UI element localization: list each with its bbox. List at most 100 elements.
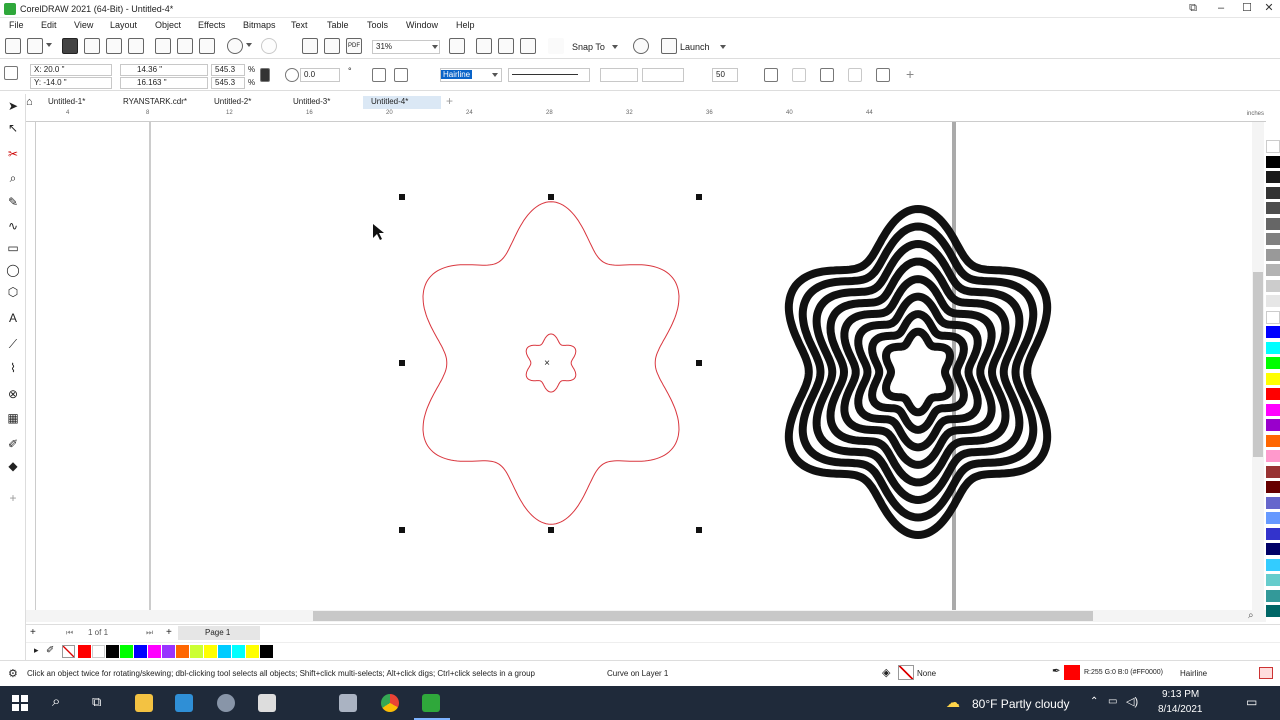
pick-tool-icon[interactable]: ➤: [5, 98, 21, 114]
transparency-tool-icon[interactable]: ▦: [5, 410, 21, 426]
vertical-scroll-thumb[interactable]: [1253, 272, 1263, 457]
export-pdf-icon[interactable]: PDF: [346, 38, 362, 54]
crop-tool-icon[interactable]: ✂: [5, 146, 21, 162]
minimize-button[interactable]: –: [1208, 0, 1234, 18]
app-s-icon[interactable]: [175, 694, 193, 712]
weather-icon[interactable]: ☁: [946, 694, 960, 711]
color-proof-icon[interactable]: [1259, 667, 1273, 679]
horizontal-scrollbar[interactable]: ⌕: [26, 610, 1266, 622]
redo-icon[interactable]: [261, 38, 277, 54]
palette-swatch[interactable]: [1266, 481, 1280, 494]
document-palette-swatch[interactable]: [260, 645, 273, 658]
y-position-field[interactable]: Y: -14.0 ": [30, 77, 112, 89]
menu-view[interactable]: View: [74, 20, 93, 30]
palette-swatch[interactable]: [1266, 217, 1280, 231]
add-icon[interactable]: +: [906, 66, 914, 82]
smoothing-field[interactable]: 50: [712, 68, 738, 82]
last-page-icon[interactable]: ⏭: [146, 628, 153, 638]
document-palette-swatch[interactable]: [176, 645, 189, 658]
palette-swatch[interactable]: [1266, 310, 1280, 324]
palette-swatch[interactable]: [1266, 155, 1280, 169]
scale-y-field[interactable]: 545.3: [211, 77, 245, 89]
x-position-field[interactable]: X: 20.0 ": [30, 64, 112, 76]
outline-color-swatch[interactable]: [1064, 665, 1080, 680]
close-curve-icon[interactable]: [764, 68, 778, 82]
selection-handle[interactable]: [399, 527, 405, 533]
connector-tool-icon[interactable]: ⌇: [5, 360, 21, 376]
align-icon[interactable]: [876, 68, 890, 82]
rectangle-tool-icon[interactable]: ▭: [5, 240, 21, 256]
fill-tool-icon[interactable]: ◆: [5, 458, 21, 474]
palette-swatch[interactable]: [1266, 403, 1280, 417]
selection-handle[interactable]: [399, 360, 405, 366]
palette-swatch[interactable]: [1266, 605, 1280, 618]
launch-button[interactable]: Launch: [680, 42, 710, 52]
weather-text[interactable]: 80°F Partly cloudy: [972, 697, 1070, 711]
selection-handle[interactable]: [696, 527, 702, 533]
effects-tool-icon[interactable]: ⊗: [5, 386, 21, 402]
palette-swatch[interactable]: [1266, 357, 1280, 370]
star-outer-path[interactable]: [422, 201, 680, 525]
document-palette-swatch[interactable]: [148, 645, 161, 658]
launch-icon[interactable]: [661, 38, 677, 54]
menu-help[interactable]: Help: [456, 20, 475, 30]
tab-untitled-3[interactable]: Untitled-3*: [285, 96, 338, 109]
task-view-icon[interactable]: ⧉: [92, 694, 101, 710]
tab-untitled-1[interactable]: Untitled-1*: [40, 96, 93, 109]
palette-swatch[interactable]: [1266, 171, 1280, 184]
menu-layout[interactable]: Layout: [110, 20, 137, 30]
tab-ryanstark[interactable]: RYANSTARK.cdr*: [115, 96, 195, 109]
vertical-scrollbar[interactable]: [1252, 122, 1264, 610]
mirror-horizontal-icon[interactable]: [372, 68, 386, 82]
app-cube-icon[interactable]: [339, 694, 357, 712]
mirror-vertical-icon[interactable]: [394, 68, 408, 82]
selection-handle[interactable]: [548, 194, 554, 200]
rulers-icon[interactable]: [476, 38, 492, 54]
drawing-canvas[interactable]: ×: [36, 122, 1256, 610]
grid-icon[interactable]: [498, 38, 514, 54]
menu-object[interactable]: Object: [155, 20, 181, 30]
palette-swatch[interactable]: [1266, 450, 1280, 463]
palette-swatch[interactable]: [1266, 372, 1280, 386]
trim-icon[interactable]: [792, 68, 806, 82]
palette-swatch[interactable]: [1266, 512, 1280, 525]
undo-caret-icon[interactable]: [246, 43, 252, 47]
palette-swatch[interactable]: [1266, 202, 1280, 215]
selected-star-curve[interactable]: [422, 201, 680, 525]
copy-icon[interactable]: [177, 38, 193, 54]
star-inner-path[interactable]: [525, 333, 577, 393]
guidelines-icon[interactable]: [520, 38, 536, 54]
vertical-ruler[interactable]: [26, 122, 36, 610]
palette-swatch[interactable]: [1266, 589, 1280, 603]
menu-effects[interactable]: Effects: [198, 20, 225, 30]
options-gear-icon[interactable]: [633, 38, 649, 54]
ellipse-tool-icon[interactable]: ◯: [5, 262, 21, 278]
start-arrowhead-select[interactable]: [600, 68, 638, 82]
app-tray-icon[interactable]: [217, 694, 235, 712]
freehand-tool-icon[interactable]: ✎: [5, 194, 21, 210]
concentric-star-artwork[interactable]: [784, 204, 1052, 540]
zoom-level-field[interactable]: 31%: [372, 40, 440, 54]
fill-bucket-icon[interactable]: ◈: [882, 666, 890, 679]
cloud-upload-icon[interactable]: [106, 38, 122, 54]
add-page-icon[interactable]: +: [30, 627, 36, 638]
palette-swatch[interactable]: [1266, 434, 1280, 448]
launch-caret-icon[interactable]: [720, 45, 726, 49]
snap-caret-icon[interactable]: [612, 45, 618, 49]
text-wrap-icon[interactable]: [820, 68, 834, 82]
zoom-canvas-icon[interactable]: ⌕: [1248, 610, 1254, 621]
new-document-icon[interactable]: [5, 38, 21, 54]
open-caret-icon[interactable]: [46, 43, 52, 47]
volume-icon[interactable]: ◁): [1126, 695, 1138, 708]
page-tab[interactable]: Page 1: [178, 626, 260, 640]
center-marker-icon[interactable]: ×: [544, 358, 550, 369]
document-palette-swatch[interactable]: [246, 645, 259, 658]
palette-swatch[interactable]: [1266, 248, 1280, 262]
menu-tools[interactable]: Tools: [367, 20, 388, 30]
palette-swatch[interactable]: [1266, 233, 1280, 246]
menu-edit[interactable]: Edit: [41, 20, 57, 30]
lock-ratio-icon[interactable]: [260, 68, 270, 82]
document-palette-swatch[interactable]: [162, 645, 175, 658]
palette-swatch[interactable]: [1266, 341, 1280, 355]
full-screen-icon[interactable]: [449, 38, 465, 54]
